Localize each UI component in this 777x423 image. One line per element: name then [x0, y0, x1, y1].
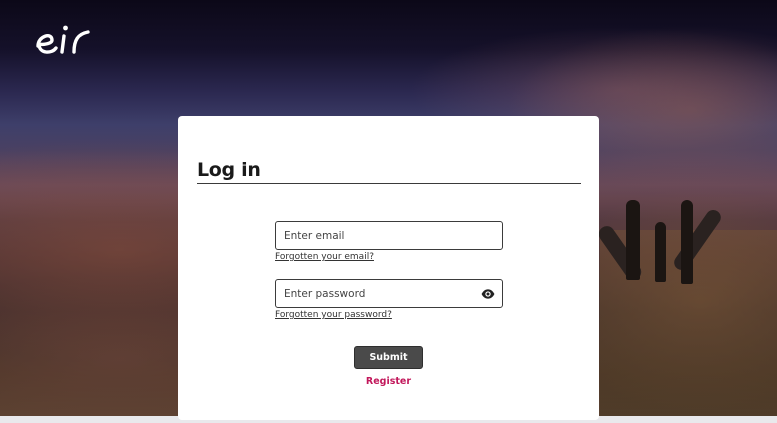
email-field[interactable]: [275, 221, 503, 250]
person-silhouette: [655, 222, 666, 282]
forgot-email-link[interactable]: Forgotten your email?: [275, 252, 374, 262]
eir-logo-icon[interactable]: [34, 18, 92, 58]
person-silhouette: [681, 200, 693, 284]
login-title: Log in: [197, 159, 261, 181]
password-input[interactable]: [276, 280, 502, 307]
email-input[interactable]: [276, 222, 502, 249]
title-divider: [197, 183, 581, 184]
login-card: Log in Forgotten your email? Forgotten y…: [178, 116, 599, 420]
forgot-password-link[interactable]: Forgotten your password?: [275, 310, 392, 320]
password-field[interactable]: [275, 279, 503, 308]
register-link[interactable]: Register: [354, 376, 423, 387]
eye-icon[interactable]: [481, 287, 495, 301]
person-silhouette: [626, 200, 640, 280]
submit-button[interactable]: Submit: [354, 346, 423, 369]
